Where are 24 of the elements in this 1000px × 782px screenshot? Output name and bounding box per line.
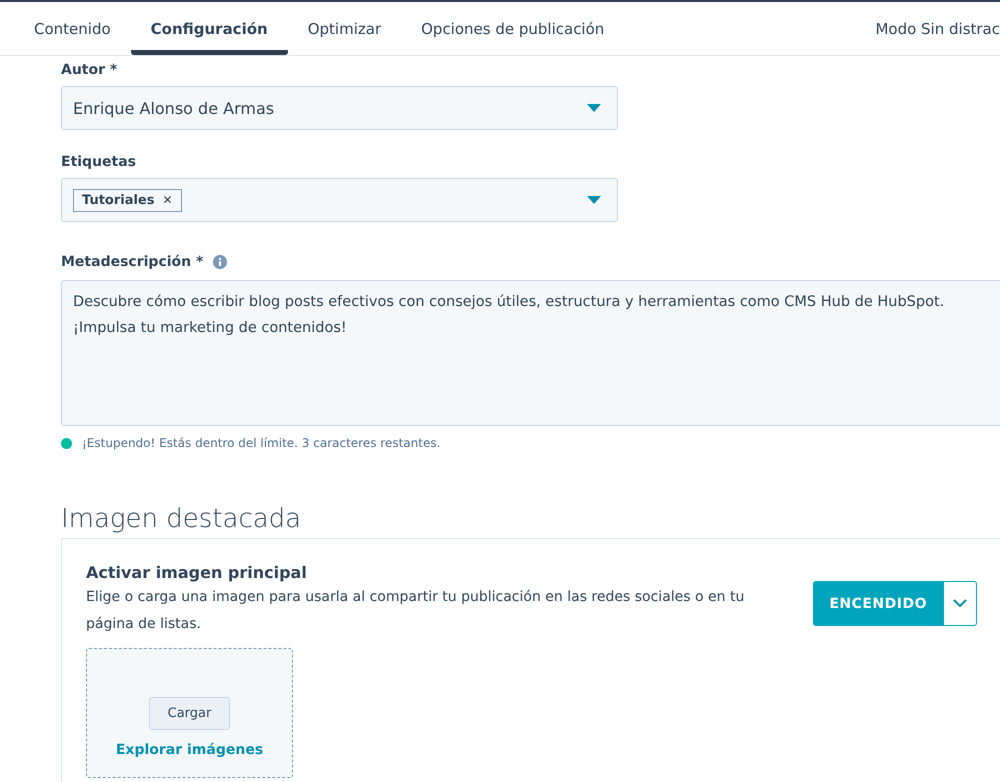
tags-select[interactable]: Tutoriales ✕ (61, 178, 618, 222)
status-message: ¡Estupendo! Estás dentro del límite. 3 caracteres restantes. (82, 436, 440, 450)
dropdown-icon (587, 104, 601, 112)
info-icon[interactable] (213, 255, 228, 269)
dropdown-button[interactable] (943, 581, 977, 626)
author-select[interactable]: Enrique Alonso de Armas (61, 86, 618, 130)
tab[interactable]: Opciones de publicación (401, 2, 624, 55)
tab[interactable]: Contenido (14, 2, 131, 55)
tab[interactable]: Configuración (130, 2, 288, 55)
card-description: Elige o carga una imagen para usarla al compartir tu publicación en las redes sociales o en tu página de listas. (86, 588, 746, 634)
card-title: Activar imagen principal (86, 563, 308, 582)
tag-chip: Tutoriales ✕ (73, 188, 182, 212)
tab[interactable]: Optimizar (288, 2, 402, 55)
section-heading: Imagen destacada (61, 504, 302, 534)
field-label: Etiquetas (61, 154, 136, 170)
field-label: Metadescripción * (61, 254, 204, 270)
dropdown-icon (587, 196, 601, 204)
distraction-free-mode-link[interactable]: Modo Sin distrac (875, 2, 1000, 55)
remove-tag-button[interactable]: ✕ (162, 193, 173, 207)
field-label: Autor * (61, 62, 118, 78)
meta-description-field[interactable]: Descubre cómo escribir blog posts efectivos con consejos útiles, estructura y herramientas como CMS Hub de HubSpot. ¡Impulsa tu marketing de contenidos! (61, 280, 1000, 426)
image-drop-zone[interactable]: Cargar Explorar imágenes (86, 648, 293, 778)
upload-button[interactable]: Cargar (148, 697, 230, 730)
chevron-down-icon (953, 599, 967, 608)
